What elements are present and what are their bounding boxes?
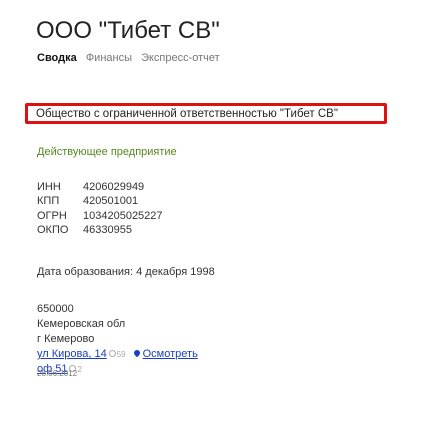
tab-bar: Сводка Финансы Экспресс-отчет bbox=[37, 51, 226, 65]
founded-date: Дата образования: 4 декабря 1998 bbox=[37, 266, 215, 278]
code-value: 1034205025227 bbox=[83, 209, 163, 222]
tab-finance[interactable]: Финансы bbox=[86, 51, 132, 65]
tab-summary[interactable]: Сводка bbox=[37, 51, 77, 65]
city: г Кемерово bbox=[37, 333, 95, 345]
code-label: ОКПО bbox=[37, 224, 69, 237]
code-label: КПП bbox=[37, 195, 60, 208]
code-row-okpo: ОКПО 46330955 bbox=[37, 223, 163, 237]
company-card: ООО "Тибет СВ" Сводка Финансы Экспресс-о… bbox=[0, 0, 429, 427]
registration-codes: ИНН 4206029949 КПП 420501001 ОГРН 103420502… bbox=[37, 180, 163, 238]
region: Кемеровская обл bbox=[37, 318, 126, 330]
view-map-link[interactable]: Осмотреть bbox=[143, 348, 198, 360]
tab-express-report[interactable]: Экспресс-отчет bbox=[141, 51, 220, 65]
street-link[interactable]: ул Кирова, 14 bbox=[37, 348, 107, 360]
code-value: 420501001 bbox=[83, 195, 139, 208]
code-label: ОГРН bbox=[37, 209, 67, 222]
street-search-count[interactable]: 59 bbox=[108, 350, 126, 359]
address-date: 28.06.2012 bbox=[37, 369, 78, 378]
company-full-name: Общество с ограниченной ответственностью… bbox=[36, 108, 338, 120]
code-value: 46330955 bbox=[83, 224, 132, 237]
code-label: ИНН bbox=[37, 181, 61, 193]
street-line: ул Кирова, 14 59 Осмотреть bbox=[37, 347, 198, 362]
code-row-kpp: КПП 420501001 bbox=[37, 194, 163, 208]
postal-code: 650000 bbox=[37, 303, 74, 315]
map-pin-icon bbox=[132, 348, 141, 358]
code-value: 4206029949 bbox=[83, 181, 145, 193]
status-badge: Действующее предприятие bbox=[37, 146, 177, 158]
page-title: ООО "Тибет СВ" bbox=[36, 17, 220, 44]
search-icon bbox=[108, 350, 116, 357]
code-row-inn: ИНН 4206029949 bbox=[37, 180, 163, 194]
address-block: 650000 Кемеровская обл г Кемерово ул Кир… bbox=[37, 302, 198, 377]
code-row-ogrn: ОГРН 1034205025227 bbox=[37, 209, 163, 223]
